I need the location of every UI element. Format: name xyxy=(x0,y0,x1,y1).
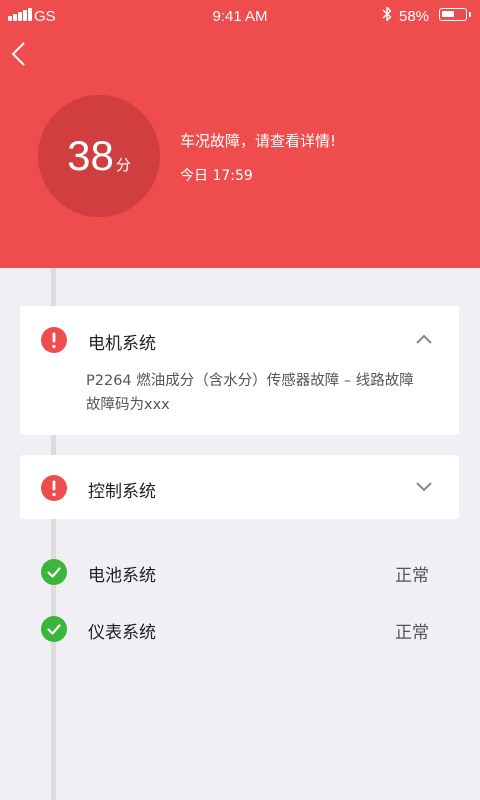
score-value: 38 xyxy=(67,132,114,179)
error-icon xyxy=(41,475,67,501)
status-bar: GS 9:41 AM 58% xyxy=(0,0,480,32)
alert-message: 车况故障，请查看详情! xyxy=(180,132,337,150)
fault-description: P2264 燃油成分（含水分）传感器故障 – 线路故障 xyxy=(86,373,414,389)
chevron-down-icon[interactable] xyxy=(415,481,433,493)
system-name: 仪表系统 xyxy=(88,623,156,643)
battery-icon xyxy=(439,8,471,21)
check-circle-icon xyxy=(41,616,67,642)
fault-details: P2264 燃油成分（含水分）传感器故障 – 线路故障 故障码为xxx xyxy=(86,369,414,417)
battery-fill xyxy=(442,11,454,17)
system-name: 控制系统 xyxy=(88,482,156,502)
report-date: 今日 17:59 xyxy=(180,168,253,184)
system-card-control[interactable]: 控制系统 xyxy=(20,455,459,519)
system-name: 电池系统 xyxy=(88,566,156,586)
status-label: 正常 xyxy=(395,566,429,586)
system-row-battery: 电池系统 正常 xyxy=(0,552,480,592)
chevron-up-icon[interactable] xyxy=(415,333,433,345)
system-card-motor: 电机系统 P2264 燃油成分（含水分）传感器故障 – 线路故障 故障码为xxx xyxy=(20,306,459,435)
system-row-instrument: 仪表系统 正常 xyxy=(0,609,480,649)
score-badge: 38 分 xyxy=(38,95,160,217)
bluetooth-icon xyxy=(382,6,392,22)
battery-percent: 58% xyxy=(399,8,430,25)
system-name: 电机系统 xyxy=(88,334,156,354)
status-label: 正常 xyxy=(395,623,429,643)
error-icon xyxy=(41,327,67,353)
fault-code: 故障码为xxx xyxy=(86,397,170,413)
report-header: GS 9:41 AM 58% 38 分 车况故障，请查看详情! 今日 17:59 xyxy=(0,0,480,268)
back-arrow-icon[interactable] xyxy=(8,40,30,68)
check-circle-icon xyxy=(41,559,67,585)
score-unit: 分 xyxy=(115,156,131,174)
